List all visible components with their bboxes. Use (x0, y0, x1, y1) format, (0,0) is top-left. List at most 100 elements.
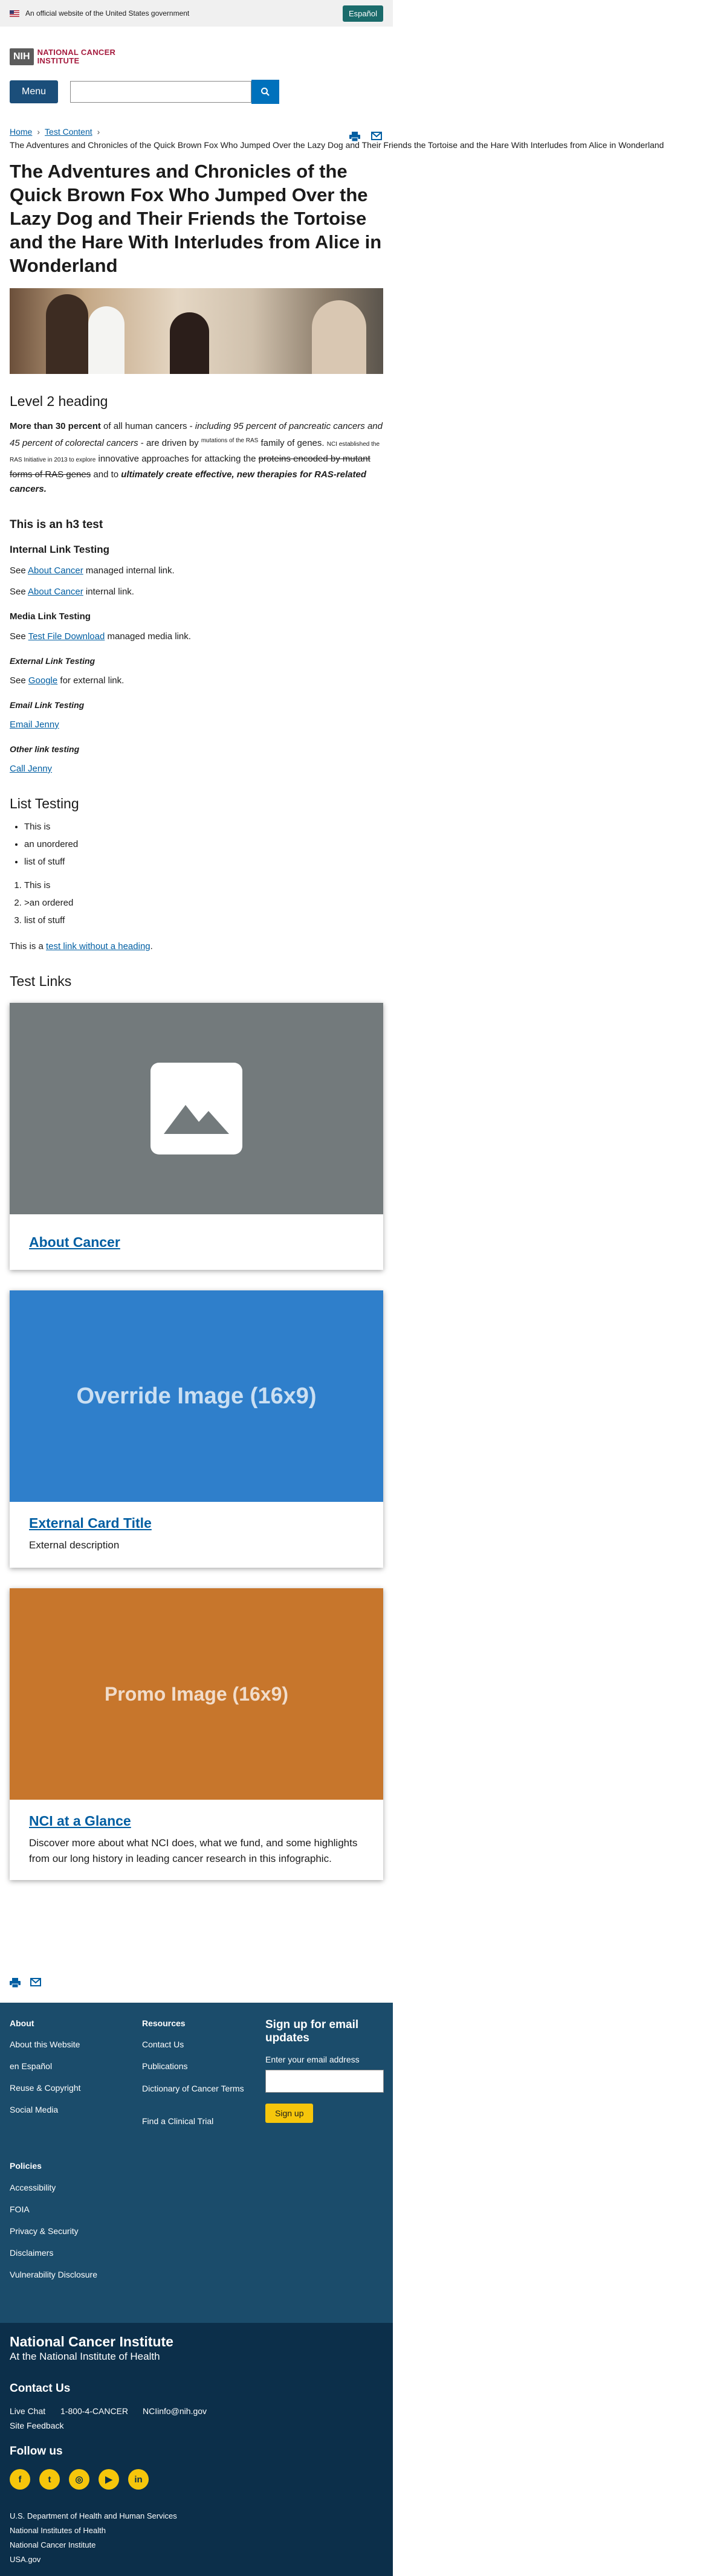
card-nci-at-a-glance[interactable]: Promo Image (16x9) NCI at a Glance Disco… (10, 1588, 383, 1880)
gov-banner: An official website of the United States… (0, 0, 393, 27)
footer-link[interactable]: Privacy & Security (10, 2226, 79, 2236)
internal-link-heading: Internal Link Testing (10, 544, 109, 555)
nci-name-line2: INSTITUTE (37, 56, 80, 65)
print-icon[interactable] (349, 132, 360, 141)
card-about-cancer[interactable]: About Cancer (10, 1003, 383, 1270)
footer-link[interactable]: Reuse & Copyright (10, 2083, 81, 2093)
h3-test-heading: This is an h3 test (10, 518, 103, 531)
footer-policies-heading: Policies (10, 2161, 42, 2171)
list-item: list of stuff (24, 912, 393, 929)
card-title[interactable]: NCI at a Glance (10, 1813, 383, 1829)
breadcrumb-test-content[interactable]: Test Content (45, 127, 92, 137)
card-title[interactable]: About Cancer (10, 1234, 140, 1251)
card-image-label: Promo Image (16x9) (104, 1682, 289, 1705)
card-image-promo: Promo Image (16x9) (10, 1588, 383, 1800)
footer-link[interactable]: FOIA (10, 2204, 30, 2214)
nav-row: Menu (0, 69, 393, 104)
search-button[interactable] (251, 80, 280, 104)
facebook-icon[interactable]: f (10, 2469, 30, 2490)
image-placeholder-icon (150, 1063, 242, 1154)
page-title: The Adventures and Chronicles of the Qui… (10, 161, 382, 276)
search-input[interactable] (70, 81, 252, 103)
footer-link[interactable]: Find a Clinical Trial (142, 2116, 213, 2126)
external-link-heading: External Link Testing (10, 656, 95, 666)
line-text: for external link. (57, 675, 125, 686)
site-logo[interactable]: NIH NATIONAL CANCER INSTITUTE (0, 27, 393, 69)
list-item: >an ordered (24, 894, 393, 912)
menu-button[interactable]: Menu (10, 80, 59, 103)
linkedin-icon[interactable]: in (128, 2469, 149, 2490)
footer-contact-heading: Contact Us (10, 2382, 71, 2395)
site-feedback-link[interactable]: Site Feedback (10, 2421, 64, 2430)
footer-link[interactable]: Contact Us (142, 2040, 184, 2049)
live-chat-link[interactable]: Live Chat (10, 2406, 45, 2416)
intro-bold: More than 30 percent (10, 421, 101, 431)
footer-link[interactable]: Disclaimers (10, 2248, 53, 2258)
footer-link[interactable]: Accessibility (10, 2183, 56, 2192)
about-cancer-link-2[interactable]: About Cancer (28, 587, 83, 597)
intro-text: of all human cancers - (100, 421, 195, 431)
email-signup-input[interactable] (265, 2070, 384, 2093)
footer-link[interactable]: Social Media (10, 2105, 58, 2114)
footer-link[interactable]: About this Website (10, 2040, 80, 2049)
line-text: . (150, 941, 153, 952)
nih-logo: NIH (10, 48, 34, 65)
email-icon[interactable] (371, 132, 382, 140)
agency-link[interactable]: USA.gov (10, 2555, 40, 2564)
footer-link[interactable]: Dictionary of Cancer Terms (142, 2083, 245, 2094)
footer-resources-heading: Resources (142, 2018, 186, 2028)
media-link-heading: Media Link Testing (10, 611, 91, 622)
gov-banner-text: An official website of the United States… (25, 9, 190, 18)
list-item: This is (24, 877, 393, 894)
breadcrumb-home[interactable]: Home (10, 127, 32, 137)
footer-link[interactable]: Vulnerability Disclosure (10, 2270, 97, 2279)
footer-bottom: National Cancer Institute At the Nationa… (0, 2323, 393, 2576)
twitter-icon[interactable]: t (39, 2469, 60, 2490)
email-jenny-link[interactable]: Email Jenny (10, 720, 59, 730)
email-icon[interactable] (30, 1978, 41, 1986)
signup-button[interactable]: Sign up (265, 2104, 314, 2123)
call-jenny-link[interactable]: Call Jenny (10, 764, 52, 774)
test-links-heading: Test Links (10, 973, 72, 989)
page-utilities (349, 132, 382, 141)
agency-link[interactable]: National Institutes of Health (10, 2526, 106, 2535)
internal-line-1: See About Cancer managed internal link. (0, 565, 393, 576)
about-cancer-link[interactable]: About Cancer (28, 565, 83, 576)
card-title[interactable]: External Card Title (10, 1515, 383, 1531)
card-external[interactable]: Override Image (16x9) External Card Titl… (10, 1290, 383, 1568)
print-icon[interactable] (10, 1978, 21, 1988)
list-testing-heading: List Testing (10, 796, 79, 811)
line-text: See (10, 675, 28, 686)
chevron-right-icon: › (37, 127, 40, 137)
internal-line-2: See About Cancer internal link. (0, 587, 393, 597)
espanol-button[interactable]: Español (343, 5, 383, 22)
ordered-list: This is >an ordered list of stuff (0, 877, 393, 929)
chevron-right-icon: › (97, 127, 100, 137)
youtube-icon[interactable]: ▶ (99, 2469, 119, 2490)
test-link-without-heading[interactable]: test link without a heading (46, 941, 150, 952)
nci-email-link[interactable]: NCIinfo@nih.gov (143, 2406, 207, 2416)
line-text: managed internal link. (83, 565, 175, 576)
external-line: See Google for external link. (0, 675, 393, 686)
footer-org-sub: At the National Institute of Health (10, 2351, 160, 2362)
phone-link[interactable]: 1-800-4-CANCER (60, 2406, 128, 2416)
social-links: f t ◎ ▶ in (10, 2469, 149, 2490)
test-file-download-link[interactable]: Test File Download (28, 631, 105, 642)
instagram-icon[interactable]: ◎ (69, 2469, 89, 2490)
no-heading-line: This is a test link without a heading. (0, 941, 393, 952)
hero-image (10, 288, 383, 374)
agency-link[interactable]: U.S. Department of Health and Human Serv… (10, 2511, 177, 2520)
footer-link[interactable]: Publications (142, 2061, 188, 2071)
email-link-heading: Email Link Testing (10, 700, 85, 710)
intro-text: family of genes (258, 438, 322, 448)
intro-text: and to (91, 469, 121, 480)
google-link[interactable]: Google (28, 675, 57, 686)
footer-link[interactable]: en Español (10, 2061, 52, 2071)
intro-sup: mutations of the RAS (201, 437, 259, 444)
line-text: This is a (10, 941, 47, 952)
intro-text: innovative approaches for attacking the (95, 454, 259, 464)
nci-name: NATIONAL CANCER INSTITUTE (37, 48, 116, 65)
breadcrumb-current: The Adventures and Chronicles of the Qui… (10, 140, 664, 150)
agency-link[interactable]: National Cancer Institute (10, 2540, 95, 2549)
card-image-override: Override Image (16x9) (10, 1290, 383, 1502)
